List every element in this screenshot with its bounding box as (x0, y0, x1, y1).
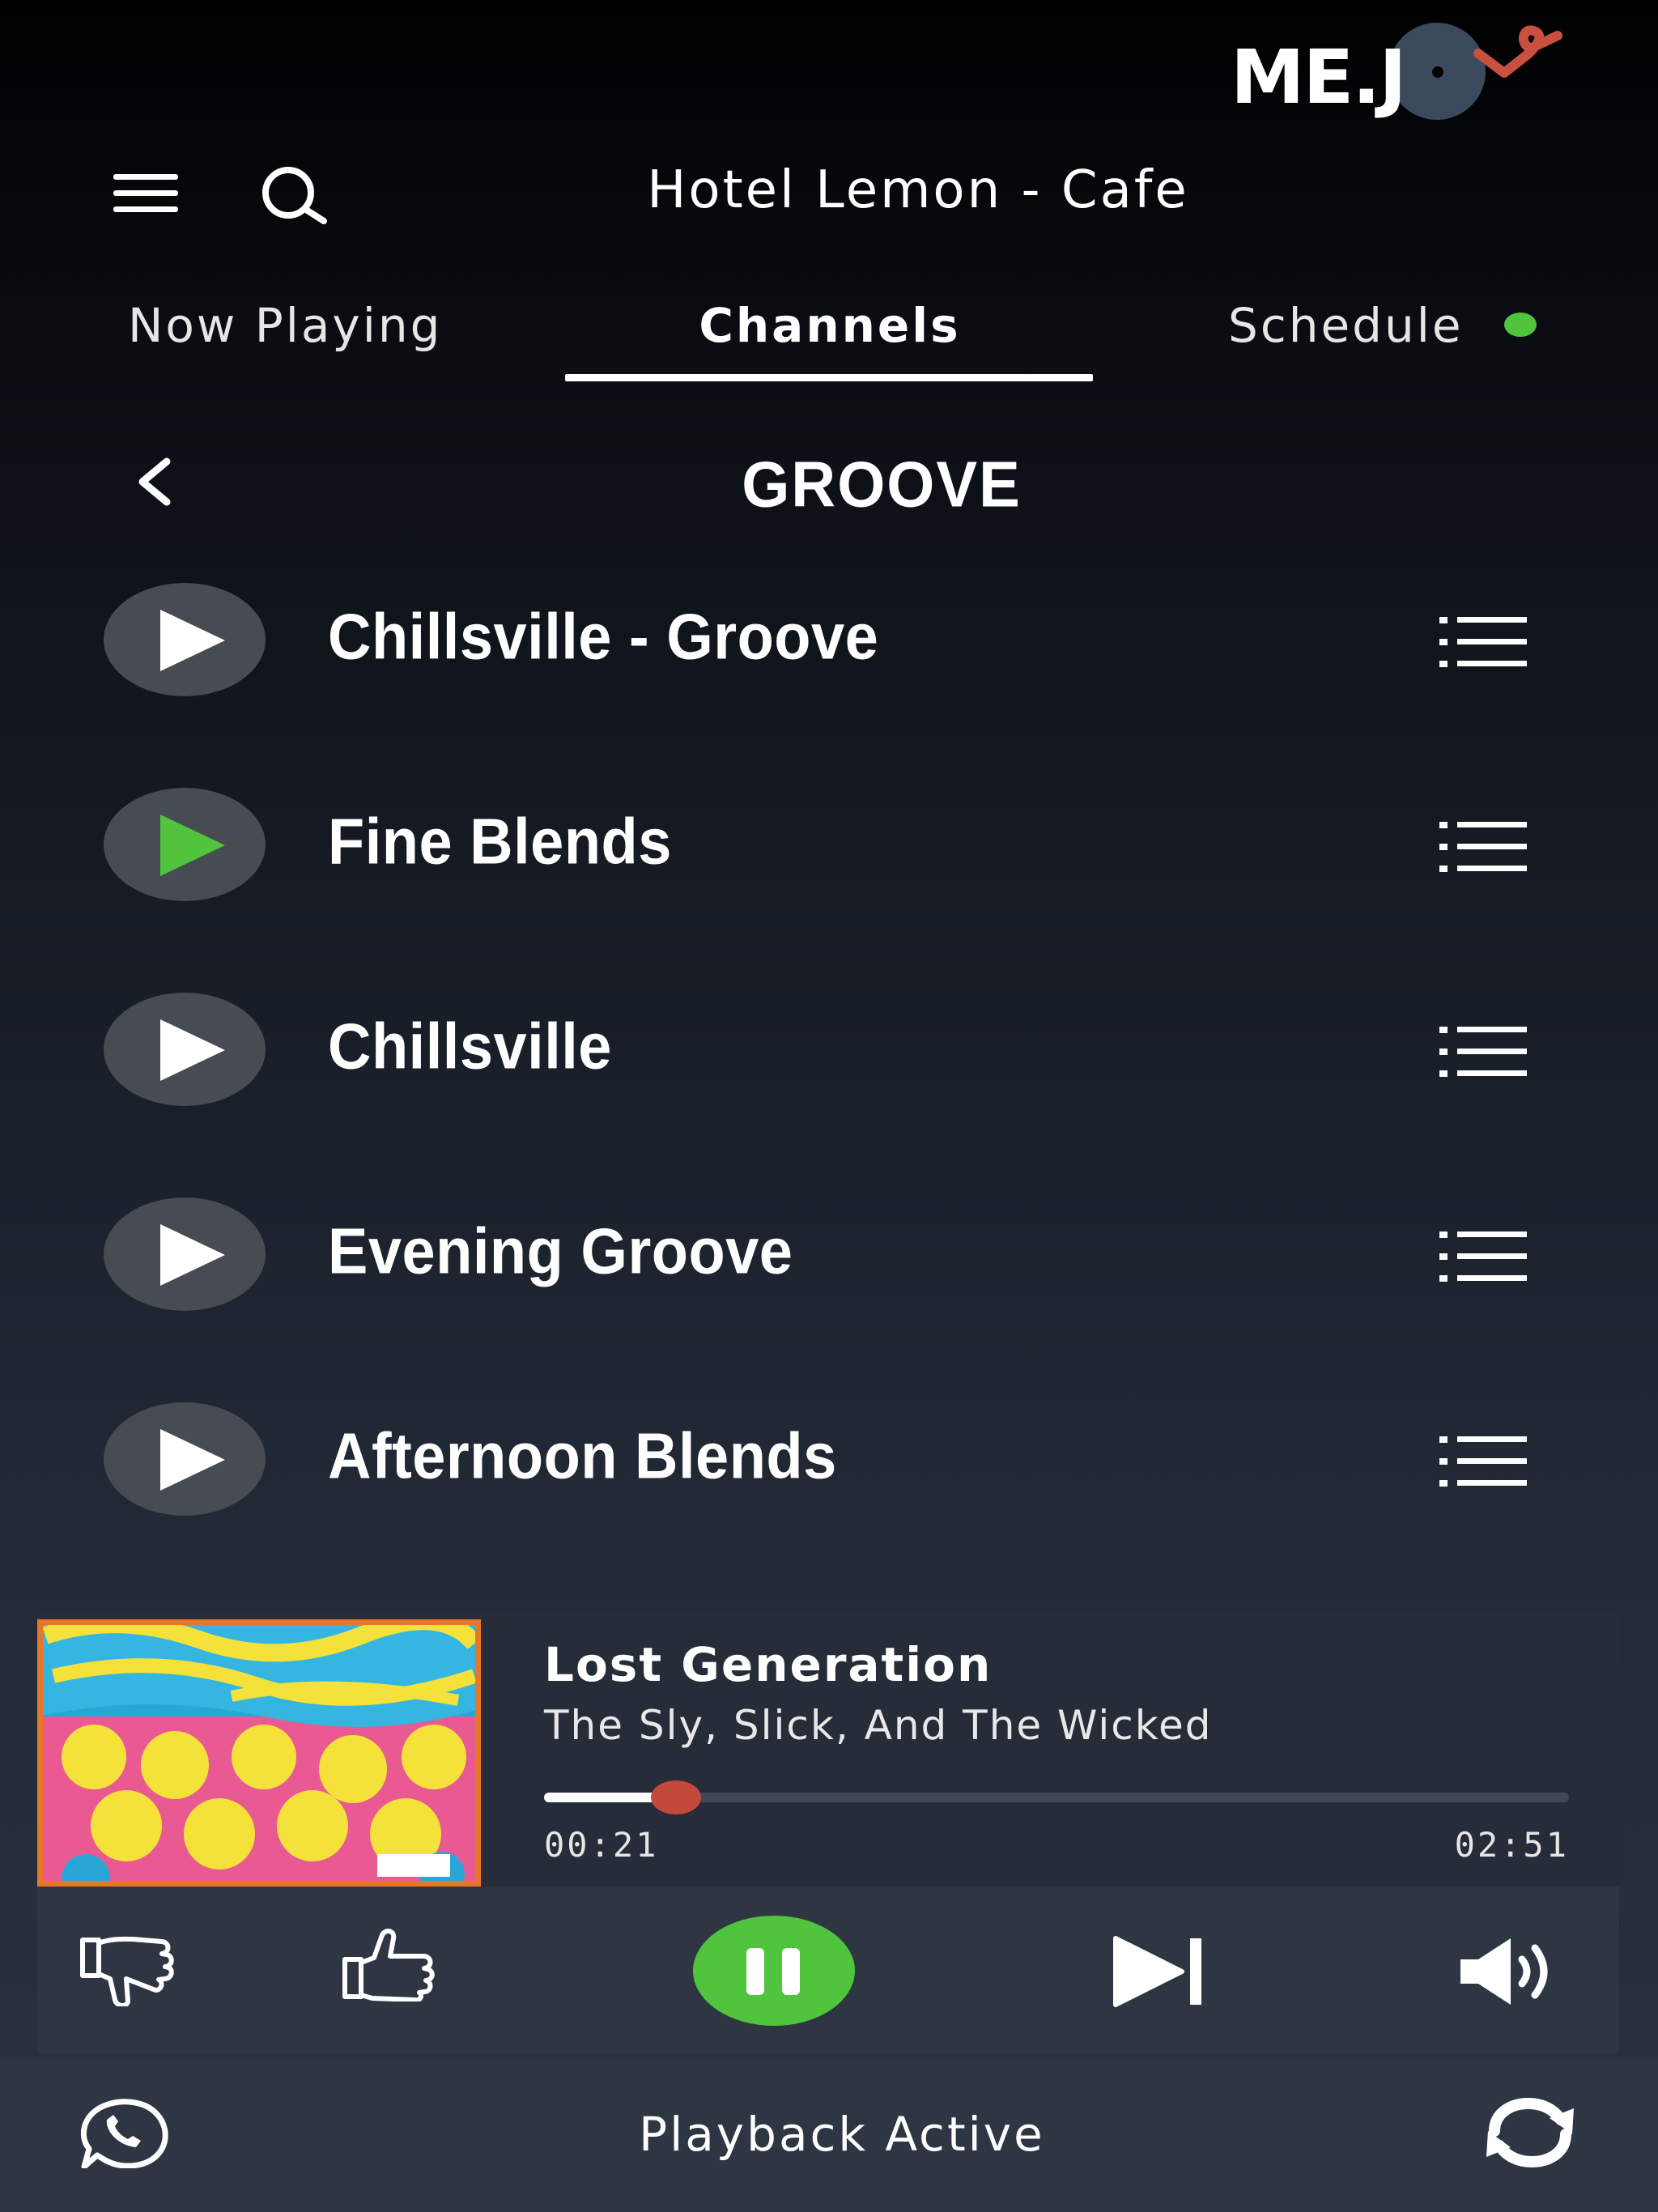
progress-handle[interactable] (650, 1780, 701, 1814)
active-tab-indicator (565, 374, 1093, 381)
track-title: Lost Generation (544, 1637, 993, 1692)
track-duration: 02:51 (1454, 1825, 1569, 1865)
playback-controls (37, 1887, 1619, 2053)
channel-group-title: GROOVE (742, 448, 1022, 521)
playlist-icon[interactable] (1439, 617, 1527, 667)
skip-next-icon[interactable] (1112, 1935, 1206, 2008)
tab-schedule[interactable]: Schedule (1228, 298, 1464, 363)
play-icon (160, 815, 225, 876)
now-playing-bar[interactable]: Lost Generation The Sly, Slick, And The … (37, 1613, 1619, 1887)
channel-row[interactable]: Fine Blends (0, 788, 1658, 917)
channel-row[interactable]: Afternoon Blends (0, 1402, 1658, 1532)
channel-name: Fine Blends (328, 805, 672, 878)
playlist-icon[interactable] (1439, 1231, 1527, 1282)
play-button[interactable] (104, 993, 266, 1106)
playlist-icon[interactable] (1439, 1436, 1527, 1487)
play-icon (160, 1224, 225, 1286)
tab-channels[interactable]: Channels (567, 298, 1093, 363)
play-icon (160, 1019, 225, 1081)
channel-name: Evening Groove (328, 1214, 793, 1287)
venue-title: Hotel Lemon - Cafe (647, 160, 1189, 220)
channel-row[interactable]: Evening Groove (0, 1197, 1658, 1327)
play-icon (160, 610, 225, 671)
track-artist: The Sly, Slick, And The Wicked (544, 1702, 1213, 1749)
status-bar: Playback Active (0, 2057, 1658, 2212)
schedule-status-dot (1504, 313, 1537, 337)
tab-now-playing[interactable]: Now Playing (128, 298, 442, 363)
album-cover-image (37, 1619, 481, 1887)
channel-row[interactable]: Chillsville (0, 993, 1658, 1122)
play-button[interactable] (104, 1402, 266, 1516)
play-button[interactable] (104, 1197, 266, 1311)
playback-status: Playback Active (639, 2107, 1045, 2162)
pause-button[interactable] (693, 1916, 855, 2026)
logo-check-icon (1473, 25, 1562, 78)
channel-row[interactable]: Chillsville - Groove (0, 583, 1658, 713)
channel-name: Chillsville (328, 1010, 612, 1083)
playlist-icon[interactable] (1439, 822, 1527, 872)
play-button[interactable] (104, 583, 266, 696)
channel-name: Chillsville - Groove (328, 600, 879, 673)
thumbs-up-icon[interactable] (340, 1929, 437, 2001)
thumbs-down-icon[interactable] (78, 1933, 175, 2006)
playlist-icon[interactable] (1439, 1027, 1527, 1077)
progress-bar[interactable] (544, 1780, 1569, 1814)
play-button[interactable] (104, 788, 266, 901)
album-art[interactable] (37, 1619, 481, 1887)
logo-text: ME.J (1231, 34, 1407, 121)
channel-name: Afternoon Blends (328, 1419, 837, 1492)
volume-icon[interactable] (1457, 1935, 1558, 2008)
play-icon (160, 1429, 225, 1491)
elapsed-time: 00:21 (544, 1825, 659, 1865)
app-logo: ME.J (1231, 16, 1571, 121)
refresh-icon[interactable] (1483, 2097, 1577, 2168)
